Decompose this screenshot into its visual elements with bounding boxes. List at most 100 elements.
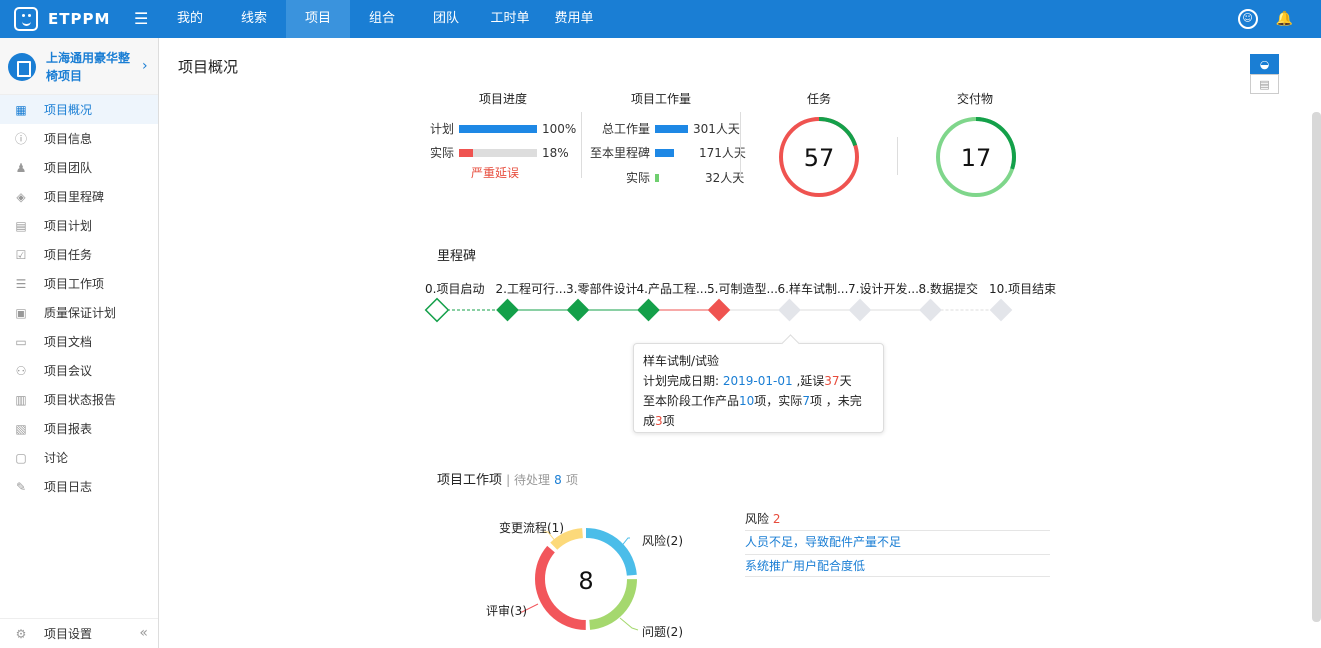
- plan-bar-fill: [459, 124, 538, 133]
- milestone-label[interactable]: 6.样车试制...: [778, 280, 849, 297]
- plan-progress-row: 计划 100%: [430, 120, 576, 137]
- chat-icon: ▢: [15, 450, 27, 465]
- brand-logo[interactable]: ETPPM: [14, 7, 110, 31]
- sidebar-item-settings[interactable]: ⚙ 项目设置 «: [0, 618, 158, 648]
- divider: [740, 112, 741, 178]
- sidebar-item-documents[interactable]: ▭ 项目文档: [0, 327, 158, 356]
- sidebar-item-label: 质量保证计划: [44, 306, 117, 320]
- workload-row-total: 总工作量 301人天: [589, 120, 740, 137]
- hamburger-menu-icon[interactable]: ☰: [134, 9, 148, 28]
- sidebar-item-milestones[interactable]: ◈ 项目里程碑: [0, 182, 158, 211]
- risk-item[interactable]: 系统推广用户配合度低: [745, 554, 1050, 577]
- risk-item[interactable]: 人员不足，导致配件产量不足: [745, 530, 1050, 553]
- project-header[interactable]: 上海通用豪华整椅项目 ›: [0, 38, 158, 95]
- milestone-label[interactable]: 10.项目结束: [989, 280, 1056, 297]
- sidebar-item-status-report[interactable]: ▥ 项目状态报告: [0, 385, 158, 414]
- nav-item-mine[interactable]: 我的: [158, 0, 222, 38]
- workload-value: 171人天: [699, 146, 746, 160]
- sidebar-item-tasks[interactable]: ☑ 项目任务: [0, 240, 158, 269]
- table-view-button[interactable]: ▤: [1250, 74, 1279, 94]
- bell-icon[interactable]: 🔔: [1276, 11, 1293, 27]
- milestone-label[interactable]: 7.设计开发...: [848, 280, 919, 297]
- sidebar-item-label: 项目报表: [44, 422, 93, 436]
- plan-bar: [459, 124, 538, 133]
- calendar-icon: ▤: [15, 218, 27, 233]
- sidebar-item-team[interactable]: ♟ 项目团队: [0, 153, 158, 182]
- sidebar-item-discussion[interactable]: ▢ 讨论: [0, 443, 158, 472]
- sidebar-item-work-items[interactable]: ☰ 项目工作项: [0, 269, 158, 298]
- project-name: 上海通用豪华整椅项目: [46, 51, 131, 83]
- sidebar-item-meetings[interactable]: ⚇ 项目会议: [0, 356, 158, 385]
- sidebar-item-reports[interactable]: ▧ 项目报表: [0, 414, 158, 443]
- milestone-label[interactable]: 8.数据提交: [919, 280, 978, 297]
- risk-title: 风险: [745, 512, 770, 526]
- milestone-label[interactable]: 0.项目启动: [425, 280, 484, 297]
- main-nav: 我的 线索 项目 组合 团队 工时单 费用单: [158, 0, 606, 38]
- nav-item-team[interactable]: 团队: [414, 0, 478, 38]
- leader-line: [619, 617, 639, 631]
- milestone-label[interactable]: 5.可制造型...: [707, 280, 778, 297]
- workload-value: 301人天: [693, 122, 740, 136]
- deliverables-title: 交付物: [957, 92, 994, 106]
- nav-item-timesheet[interactable]: 工时单: [478, 0, 542, 38]
- sidebar-item-label: 项目计划: [44, 219, 93, 233]
- tooltip-delay-suffix: 天: [839, 374, 852, 388]
- milestone-marker[interactable]: [989, 298, 1013, 322]
- tooltip-delay-prefix: ,延误: [796, 374, 825, 388]
- scrollbar[interactable]: [1312, 112, 1321, 622]
- milestone-label[interactable]: 4.产品工程...: [637, 280, 708, 297]
- sidebar-item-label: 项目任务: [44, 248, 93, 262]
- document-icon: ▭: [15, 334, 27, 349]
- donut-label-issue: 问题(2): [642, 625, 683, 639]
- sidebar-item-overview[interactable]: ▦ 项目概况: [0, 95, 158, 124]
- workload-bar: [655, 124, 688, 133]
- report-icon: ▥: [15, 392, 27, 407]
- project-icon: [8, 53, 36, 81]
- delay-warning: 严重延误: [471, 166, 520, 180]
- divider: [897, 137, 898, 175]
- nav-item-portfolio[interactable]: 组合: [350, 0, 414, 38]
- tooltip-total: 10: [739, 394, 755, 408]
- sidebar-item-info[interactable]: ⓘ 项目信息: [0, 124, 158, 153]
- sidebar-item-label: 项目里程碑: [44, 190, 105, 204]
- milestone-marker[interactable]: [848, 298, 872, 322]
- milestone-marker[interactable]: [496, 298, 519, 322]
- workload-title: 项目工作量: [631, 92, 692, 106]
- sidebar-item-label: 项目信息: [44, 132, 93, 146]
- sidebar-item-quality-plan[interactable]: ▣ 质量保证计划: [0, 298, 158, 327]
- milestone-marker[interactable]: [566, 298, 590, 322]
- tooltip-text: 项: [662, 414, 675, 428]
- milestone-marker[interactable]: [919, 298, 942, 322]
- nav-item-projects[interactable]: 项目: [286, 0, 350, 38]
- milestone-label[interactable]: 2.工程可行...: [496, 280, 567, 297]
- pending-count: 8: [554, 473, 562, 487]
- dashboard-view-button[interactable]: ◒: [1250, 54, 1279, 74]
- log-icon: ✎: [15, 479, 27, 494]
- milestone-marker[interactable]: [637, 298, 660, 322]
- workload-bar: [655, 173, 688, 182]
- quality-icon: ▣: [15, 305, 27, 320]
- sidebar-item-label: 讨论: [44, 451, 69, 465]
- sidebar-item-label: 项目日志: [44, 480, 93, 494]
- plan-label: 计划: [430, 122, 455, 136]
- collapse-sidebar-icon[interactable]: «: [139, 625, 148, 641]
- chevron-right-icon[interactable]: ›: [142, 58, 148, 74]
- milestone-marker[interactable]: [778, 298, 801, 322]
- pending-label: 待处理: [514, 473, 551, 487]
- user-avatar-icon[interactable]: ☺: [1237, 9, 1258, 29]
- milestone-label[interactable]: 3.零部件设计: [566, 280, 637, 297]
- tooltip-text: 项 ，未完: [809, 394, 862, 408]
- workload-row-milestone: 至本里程碑 171人天: [589, 144, 746, 161]
- logo-icon: [14, 7, 38, 31]
- risk-header: 风险 2: [745, 510, 780, 527]
- workload-bar-fill: [655, 124, 688, 133]
- workload-label: 实际: [625, 171, 650, 185]
- nav-item-expenses[interactable]: 费用单: [542, 0, 606, 38]
- sidebar: 上海通用豪华整椅项目 › ▦ 项目概况 ⓘ 项目信息 ♟ 项目团队 ◈ 项目里程碑 ▤ 项…: [0, 38, 159, 648]
- milestone-marker[interactable]: [707, 298, 731, 322]
- nav-item-leads[interactable]: 线索: [222, 0, 286, 38]
- milestone-marker[interactable]: [424, 297, 450, 323]
- sidebar-item-log[interactable]: ✎ 项目日志: [0, 472, 158, 501]
- sidebar-item-plan[interactable]: ▤ 项目计划: [0, 211, 158, 240]
- sidebar-item-label: 项目工作项: [44, 277, 105, 291]
